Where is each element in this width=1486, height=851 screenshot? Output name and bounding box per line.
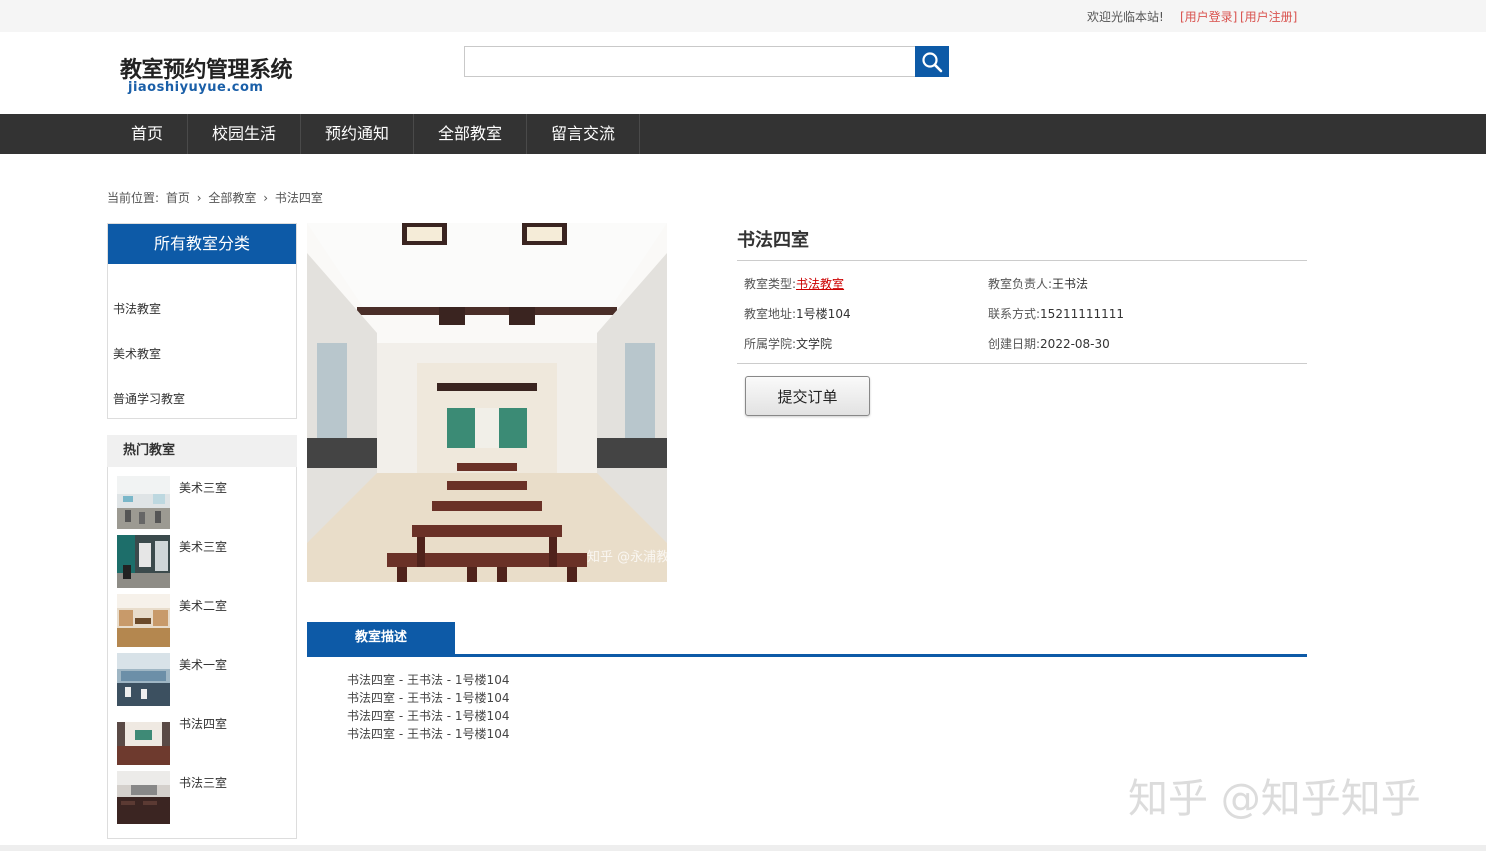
hot-item-name: 书法四室 xyxy=(179,717,228,731)
nav-item-campus-life[interactable]: 校园生活 xyxy=(188,114,301,154)
search-input[interactable] xyxy=(464,46,916,77)
list-item[interactable]: 美术三室 xyxy=(117,476,292,530)
hot-item-name: 美术三室 xyxy=(179,481,228,495)
classroom-thumbnail[interactable] xyxy=(117,653,170,706)
breadcrumb: 当前位置: 首页 › 全部教室 › 书法四室 xyxy=(107,189,326,206)
room-contact: 联系方式:15211111111 xyxy=(988,307,1125,321)
description-line: 书法四室 - 王书法 - 1号楼104 xyxy=(347,673,510,687)
list-item[interactable]: 美术三室 xyxy=(117,535,292,589)
breadcrumb-home[interactable]: 首页 xyxy=(166,191,190,205)
nav-item-messages[interactable]: 留言交流 xyxy=(527,114,640,154)
list-item[interactable]: 美术一室 xyxy=(117,653,292,707)
room-type: 教室类型:书法教室 xyxy=(744,277,845,291)
hot-classrooms-title: 热门教室 xyxy=(107,435,297,467)
hot-item-name: 美术一室 xyxy=(179,658,228,672)
category-panel: 所有教室分类 书法教室 美术教室 普通学习教室 xyxy=(107,223,297,419)
main-nav: 首页 校园生活 预约通知 全部教室 留言交流 xyxy=(0,114,1486,154)
search-button[interactable] xyxy=(915,46,949,77)
list-item[interactable]: 美术二室 xyxy=(117,594,292,648)
breadcrumb-all-classrooms[interactable]: 全部教室 xyxy=(208,191,256,205)
nav-item-booking-notice[interactable]: 预约通知 xyxy=(301,114,414,154)
search-icon xyxy=(922,51,943,72)
category-item-general[interactable]: 普通学习教室 xyxy=(113,390,185,407)
logo-domain: jiaoshiyuyue.com xyxy=(128,80,264,95)
room-manager: 教室负责人:王书法 xyxy=(988,277,1089,291)
submit-order-button[interactable]: 提交订单 xyxy=(745,376,870,416)
photo-watermark: 知乎 @永浦教育 xyxy=(587,549,667,565)
classroom-thumbnail[interactable] xyxy=(117,771,170,824)
list-item[interactable]: 书法三室 xyxy=(117,771,292,825)
chevron-right-icon: › xyxy=(196,191,202,205)
description-line: 书法四室 - 王书法 - 1号楼104 xyxy=(347,709,510,723)
classroom-thumbnail[interactable] xyxy=(117,594,170,647)
divider xyxy=(737,363,1307,364)
site-logo[interactable]: 教室预约管理系统 jiaoshiyuyue.com xyxy=(120,52,293,95)
tab-description[interactable]: 教室描述 xyxy=(307,622,455,654)
room-created-date: 创建日期:2022-08-30 xyxy=(988,337,1110,351)
description-line: 书法四室 - 王书法 - 1号楼104 xyxy=(347,727,510,741)
top-bar: 欢迎光临本站! [用户登录] [用户注册] xyxy=(0,0,1486,32)
description-line: 书法四室 - 王书法 - 1号楼104 xyxy=(347,691,510,705)
room-type-link[interactable]: 书法教室 xyxy=(796,277,844,291)
page-watermark: 知乎 @知乎知乎 xyxy=(1128,776,1421,822)
register-link[interactable]: [用户注册] xyxy=(1240,8,1297,25)
login-link[interactable]: [用户登录] xyxy=(1180,8,1237,25)
classroom-thumbnail[interactable] xyxy=(117,712,170,765)
hot-item-name: 书法三室 xyxy=(179,776,228,790)
room-college: 所属学院:文学院 xyxy=(744,337,833,351)
classroom-thumbnail[interactable] xyxy=(117,476,170,529)
welcome-text: 欢迎光临本站! xyxy=(1087,10,1164,24)
category-item-calligraphy[interactable]: 书法教室 xyxy=(113,300,161,317)
hot-item-name: 美术二室 xyxy=(179,599,228,613)
list-item[interactable]: 书法四室 xyxy=(117,712,292,766)
nav-item-home[interactable]: 首页 xyxy=(107,114,188,154)
nav-item-all-classrooms[interactable]: 全部教室 xyxy=(414,114,527,154)
room-title: 书法四室 xyxy=(737,230,809,251)
footer-strip xyxy=(0,845,1486,851)
chevron-right-icon: › xyxy=(263,191,269,205)
hot-item-name: 美术三室 xyxy=(179,540,228,554)
classroom-thumbnail[interactable] xyxy=(117,535,170,588)
classroom-photo: 知乎 @永浦教育 xyxy=(307,223,667,582)
breadcrumb-current: 书法四室 xyxy=(274,191,323,205)
room-address: 教室地址:1号楼104 xyxy=(744,307,851,321)
tab-underline xyxy=(307,654,1307,657)
breadcrumb-label: 当前位置: xyxy=(107,191,160,205)
category-item-art[interactable]: 美术教室 xyxy=(113,345,161,362)
hot-classrooms-list: 美术三室 美术三室 美术二室 美术一室 书法四室 书法三室 xyxy=(107,467,297,839)
divider xyxy=(737,260,1307,261)
category-header: 所有教室分类 xyxy=(108,224,296,264)
